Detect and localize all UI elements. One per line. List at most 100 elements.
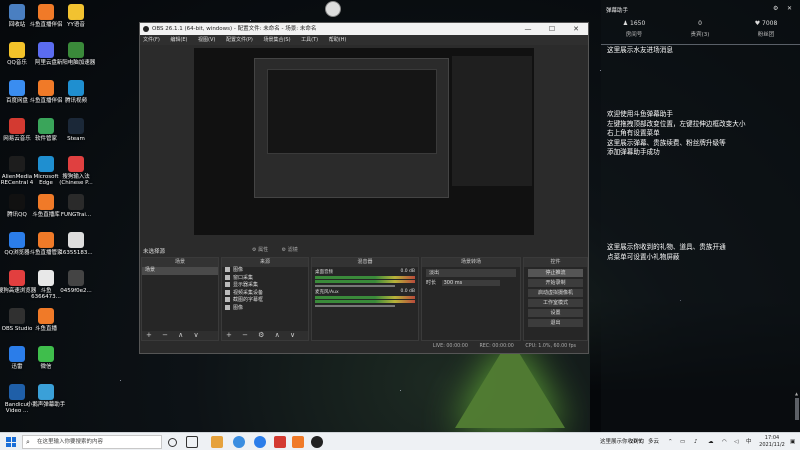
source-item[interactable]: 窗口采集 — [222, 274, 308, 283]
source-item[interactable]: 图像 — [222, 304, 308, 313]
source-item[interactable]: 视频采集设备 — [222, 289, 308, 298]
app-icon — [38, 308, 54, 324]
weather-desc[interactable]: 多云 — [648, 433, 659, 450]
menu-help[interactable]: 帮助(H) — [329, 37, 347, 43]
taskbar: ⌕ 在这里输入你要搜索的内容 这里展示你收到的 20°C 多云 ⌃ ▭ ♪ ☁ … — [0, 432, 800, 450]
menu-edit[interactable]: 编辑(E) — [170, 37, 187, 43]
menu-file[interactable]: 文件(F) — [143, 37, 160, 43]
menu-scene-collection[interactable]: 场景集合(S) — [263, 37, 290, 43]
minimize-button[interactable]: — — [516, 23, 540, 35]
desktop-icon[interactable]: 微信 — [26, 346, 66, 370]
app-icon — [68, 194, 84, 210]
app-icon — [9, 80, 25, 96]
properties-button[interactable]: ⚙ 属性 — [252, 247, 268, 253]
obs-window[interactable]: OBS 26.1.1 (64-bit, windows) - 配置文件: 未命名… — [139, 22, 589, 354]
scenes-title: 场景 — [142, 258, 218, 267]
close-icon[interactable]: ✕ — [787, 5, 792, 12]
onedrive-icon[interactable]: ☁ — [708, 433, 714, 450]
caption-source-icon — [225, 297, 230, 302]
settings-button[interactable]: 设置 — [528, 309, 583, 317]
mixer-track-mic: 麦克风/Aux 0.0 dB — [315, 289, 415, 307]
app-icon — [38, 80, 54, 96]
menu-tools[interactable]: 工具(T) — [301, 37, 318, 43]
filters-button[interactable]: ⚙ 滤镜 — [282, 247, 298, 253]
desktop-icon[interactable]: 腾讯视频 — [56, 80, 96, 104]
volume-slider[interactable] — [315, 285, 395, 287]
virtual-camera-button[interactable]: 启动虚拟摄像机 — [528, 289, 583, 297]
source-item[interactable]: 图像 — [222, 267, 308, 275]
ime-indicator[interactable]: 中 — [746, 433, 752, 450]
volume-slider[interactable] — [315, 305, 395, 307]
windows-start-button[interactable] — [6, 437, 16, 447]
close-button[interactable]: ✕ — [564, 23, 588, 35]
menu-view[interactable]: 视图(V) — [198, 37, 215, 43]
settings-icon[interactable]: ⚙ — [773, 5, 778, 12]
track-name: 麦克风/Aux — [315, 290, 339, 295]
preview-toolbar: ⚙ 属性 ⚙ 滤镜 — [252, 246, 310, 253]
exit-button[interactable]: 退出 — [528, 319, 583, 327]
desktop-icon[interactable]: 斗鱼直播 — [26, 308, 66, 332]
douyu-icon[interactable] — [292, 436, 304, 448]
desktop-icon-label: 搜狗输入法 (Chinese P... — [59, 174, 93, 186]
stop-streaming-button[interactable]: 停止推流 — [528, 269, 583, 277]
source-item[interactable]: 显示器采集 — [222, 282, 308, 290]
desktop-icon[interactable]: Steam — [56, 118, 96, 142]
app-icon — [9, 232, 25, 248]
track-name: 桌面音频 — [315, 270, 333, 275]
source-item[interactable]: 截图的字幕框 — [222, 297, 308, 305]
transition-duration-row: 时长 300 ms — [426, 279, 516, 286]
desktop-icon[interactable]: 搜狗输入法 (Chinese P... — [56, 156, 96, 186]
studio-mode-button[interactable]: 工作室模式 — [528, 299, 583, 307]
app-icon — [38, 118, 54, 134]
desktop-icon[interactable]: 新阳电脑加速器 — [56, 42, 96, 66]
speaker-icon[interactable]: ◁ — [734, 433, 738, 450]
notifications-icon[interactable]: ▣ — [790, 433, 795, 450]
scrollbar[interactable] — [795, 398, 799, 420]
notification-icon[interactable]: ⌃ — [668, 433, 673, 450]
scroll-up-icon[interactable]: ▲ — [795, 391, 798, 396]
app-icon — [38, 346, 54, 362]
obs-title-bar[interactable]: OBS 26.1.1 (64-bit, windows) - 配置文件: 未命名… — [140, 23, 588, 35]
cortana-icon[interactable] — [168, 437, 177, 447]
edge-icon[interactable] — [233, 436, 245, 448]
desktop-icon-label: 微信 — [40, 364, 52, 370]
obs-status-bar: LIVE: 00:00:00 REC: 00:00:00 CPU: 1.0%, … — [140, 341, 588, 353]
desktop-icon[interactable]: 0459f0e2... — [56, 270, 96, 294]
network-icon[interactable]: ▭ — [680, 433, 685, 450]
desktop-icon[interactable]: YY语音 — [56, 4, 96, 28]
maximize-button[interactable]: ☐ — [540, 23, 564, 35]
danmu-panel[interactable]: 弹幕助手 ⚙ ✕ ♟ 1650 房间号 0 贵宾(3) ♥ 7008 粉丝团 这… — [601, 0, 800, 432]
obs-logo-icon — [143, 26, 149, 32]
scenes-footer-buttons[interactable]: + − ∧ ∨ — [142, 331, 218, 340]
avatar[interactable] — [325, 1, 341, 17]
desktop-icon[interactable]: 16355183... — [56, 232, 96, 256]
transition-type-select[interactable]: 淡出 — [426, 269, 516, 277]
wifi-icon[interactable]: ◠ — [722, 433, 727, 450]
task-view-icon[interactable] — [186, 436, 198, 448]
weather-temp[interactable]: 20°C — [630, 433, 644, 450]
taskbar-clock[interactable]: 17:04 2021/11/2 — [758, 435, 786, 449]
volume-icon[interactable]: ♪ — [694, 433, 698, 450]
qq-browser-icon[interactable] — [254, 436, 266, 448]
track-level: 0.0 dB — [400, 269, 415, 274]
desktop-icon-label: FUNGTrai... — [60, 212, 92, 218]
sources-footer-buttons[interactable]: + − ⚙ ∧ ∨ — [222, 331, 308, 340]
app-icon — [68, 80, 84, 96]
start-recording-button[interactable]: 开始录制 — [528, 279, 583, 287]
app-icon[interactable] — [274, 436, 286, 448]
menu-profile[interactable]: 配置文件(P) — [226, 37, 253, 43]
obs-preview[interactable] — [194, 48, 534, 241]
desktop-icon-label: YY语音 — [67, 22, 85, 28]
panel-title: 弹幕助手 — [606, 8, 629, 14]
desktop-icon-label: 新阳电脑加速器 — [56, 60, 96, 66]
taskbar-search-input[interactable]: ⌕ 在这里输入你要搜索的内容 — [22, 435, 162, 449]
obs-icon[interactable] — [311, 436, 323, 448]
desktop-icon[interactable]: FUNGTrai... — [56, 194, 96, 218]
desktop-icon[interactable]: 小鹅声弹幕助手 — [26, 384, 66, 408]
controls-dock: 控件 停止推流 开始录制 启动虚拟摄像机 工作室模式 设置 退出 — [523, 257, 588, 341]
scene-item[interactable]: 场景 — [142, 267, 218, 275]
volume-meter — [315, 280, 415, 283]
duration-input[interactable]: 300 ms — [441, 280, 500, 286]
sources-title: 来源 — [222, 258, 308, 267]
file-explorer-icon[interactable] — [211, 436, 223, 448]
